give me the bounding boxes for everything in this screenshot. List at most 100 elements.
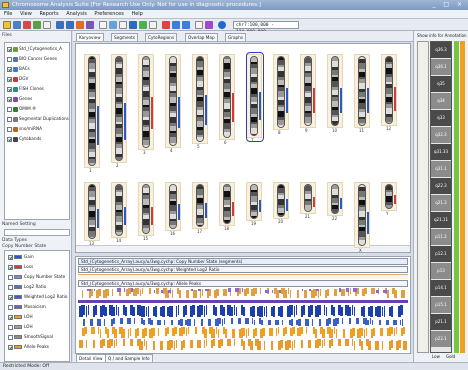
named-setting-select[interactable] <box>4 229 70 236</box>
file-item[interactable]: BIO Cancer Genes <box>7 55 69 62</box>
chromosome-22[interactable] <box>331 184 339 214</box>
filter-icon[interactable] <box>33 21 41 29</box>
chromosome-14[interactable] <box>115 184 123 236</box>
layout-icon[interactable] <box>119 21 127 29</box>
arrow-right-icon[interactable] <box>182 21 190 29</box>
file-item[interactable]: Std_(Cytogenetics_A <box>7 45 69 52</box>
data-type-item[interactable]: Loss <box>8 262 33 271</box>
chromosome-21[interactable] <box>304 184 312 212</box>
files-list[interactable]: Std_(Cytogenetics_A BIO Cancer Genes BAC… <box>4 42 70 220</box>
chromosome-17[interactable] <box>196 184 204 227</box>
file-item[interactable]: OMIM ® <box>7 105 69 112</box>
data-type-checkbox[interactable] <box>8 274 13 280</box>
menu-help[interactable]: Help <box>131 11 142 17</box>
tag-icon[interactable] <box>23 21 31 29</box>
data-type-item[interactable]: LOH <box>8 312 33 321</box>
marker-icon[interactable] <box>162 21 170 29</box>
chromosome-15[interactable] <box>142 184 150 234</box>
menu-file[interactable]: File <box>4 11 12 17</box>
file-checkbox[interactable] <box>7 136 12 142</box>
tab-cytoregions[interactable]: CytoRegions <box>145 33 178 41</box>
refresh-icon[interactable] <box>139 21 147 29</box>
file-item[interactable]: FISH Clones <box>7 85 69 92</box>
selected-chromosome-box[interactable] <box>246 52 264 142</box>
file-item[interactable]: Genes <box>7 95 69 102</box>
data-type-checkbox[interactable] <box>8 294 13 300</box>
file-checkbox[interactable] <box>7 96 12 102</box>
chromosome-10[interactable] <box>331 56 339 126</box>
file-checkbox[interactable] <box>7 126 12 132</box>
menu-reports[interactable]: Reports <box>39 11 58 17</box>
chromosome-5[interactable] <box>196 56 204 142</box>
data-type-item[interactable]: LOH <box>8 322 33 331</box>
detail-track-panel[interactable]: Std_(Cytogenetics_Array).aucy/u/3wg.cych… <box>75 256 411 354</box>
table-icon[interactable] <box>43 21 51 29</box>
data-type-item[interactable]: Copy Number State <box>8 272 65 281</box>
tab-overlap-map[interactable]: Overlap Map <box>185 33 218 41</box>
region-icon[interactable] <box>205 21 213 29</box>
annotation-column[interactable] <box>417 41 429 353</box>
data-type-checkbox[interactable] <box>8 324 13 330</box>
chromosome-9[interactable] <box>304 56 312 126</box>
data-type-item[interactable]: SmoothSignal <box>8 332 53 341</box>
file-checkbox[interactable] <box>7 106 12 112</box>
tab-sample-info[interactable]: Q / and Sample Info <box>105 354 153 362</box>
file-item[interactable]: Segmental Duplications <box>7 115 69 122</box>
columns-icon[interactable] <box>149 21 157 29</box>
chromosome-18[interactable] <box>223 184 231 224</box>
file-checkbox[interactable] <box>7 116 12 122</box>
chromosome-20[interactable] <box>277 184 285 217</box>
file-item[interactable]: sno/miRNA <box>7 125 69 132</box>
data-type-checkbox[interactable] <box>8 344 13 350</box>
menu-preferences[interactable]: Preferences <box>94 11 123 17</box>
data-type-item[interactable]: Gain <box>8 252 34 261</box>
chromosome-Y[interactable] <box>385 184 393 209</box>
karyoview-panel[interactable]: 1 2 3 4 5 6 7 8 9 10 11 12 13 14 15 16 17 18 19 20 21 22 X Y <box>75 43 411 253</box>
window-controls[interactable]: _ □ × <box>432 1 465 9</box>
chromosome-1[interactable] <box>88 56 96 166</box>
arrow-left-icon[interactable] <box>172 21 180 29</box>
open-folder-icon[interactable] <box>3 21 11 29</box>
tab-detail-view[interactable]: Detail View <box>76 354 106 362</box>
chromosome-3[interactable] <box>142 56 150 148</box>
data-type-checkbox[interactable] <box>8 284 13 290</box>
chromosome-4[interactable] <box>169 56 177 146</box>
home-icon[interactable] <box>99 21 107 29</box>
track-header-cn-state[interactable]: Std_(Cytogenetics_Array).aucy/u/3wg.cych… <box>78 258 408 265</box>
chromosome-12[interactable] <box>385 56 393 124</box>
track-header-log2[interactable]: Std_(Cytogenetics_Array).aucy/u/3wg.cych… <box>78 266 408 273</box>
file-item[interactable]: BACs <box>7 65 69 72</box>
chromosome-2[interactable] <box>115 56 123 161</box>
data-type-item[interactable]: Allele Peaks <box>8 342 49 351</box>
go-icon[interactable] <box>218 21 226 29</box>
chart-icon[interactable] <box>76 21 84 29</box>
data-type-checkbox[interactable] <box>8 304 13 310</box>
menu-analysis[interactable]: Analysis <box>66 11 87 17</box>
save-icon[interactable] <box>13 21 21 29</box>
data-type-checkbox[interactable] <box>8 254 13 260</box>
file-item[interactable]: DGV <box>7 75 69 82</box>
chromosome-16[interactable] <box>169 184 177 229</box>
zoom-out-icon[interactable] <box>66 21 74 29</box>
data-type-item[interactable]: Mosaicism <box>8 302 46 311</box>
tab-karyoview[interactable]: Karyoview <box>76 33 104 41</box>
data-type-checkbox[interactable] <box>8 264 13 270</box>
chromosome-11[interactable] <box>358 56 366 126</box>
grid-icon[interactable] <box>86 21 94 29</box>
file-checkbox[interactable] <box>7 46 12 52</box>
view-icon[interactable] <box>129 21 137 29</box>
file-checkbox[interactable] <box>7 76 12 82</box>
file-checkbox[interactable] <box>7 66 12 72</box>
file-checkbox[interactable] <box>7 86 12 92</box>
list-icon[interactable] <box>109 21 117 29</box>
tab-graphs[interactable]: Graphs <box>225 33 247 41</box>
chromosome-19[interactable] <box>250 184 258 219</box>
chromosome-8[interactable] <box>277 56 285 128</box>
data-type-item[interactable]: Weighted Log2 Ratio <box>8 292 67 301</box>
zoom-in-icon[interactable] <box>56 21 64 29</box>
data-type-checkbox[interactable] <box>8 314 13 320</box>
coordinate-field[interactable]: chr7:100,000 - 124,000,000 <box>233 21 299 35</box>
select-icon[interactable] <box>195 21 203 29</box>
chromosome-13[interactable] <box>88 184 96 239</box>
file-checkbox[interactable] <box>7 56 12 62</box>
